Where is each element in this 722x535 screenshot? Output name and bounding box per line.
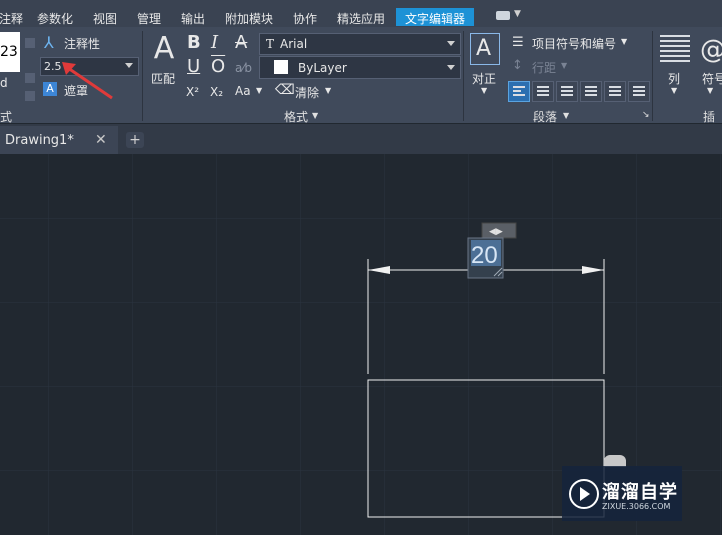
menu-item-view[interactable]: 视图 [93, 10, 117, 27]
chevron-down-icon [447, 65, 455, 70]
annotative-icon: ⅄ [44, 33, 54, 52]
chevron-down-icon[interactable]: ▼ [514, 9, 521, 19]
mask-icon: A [43, 82, 57, 96]
drawing-tab-label: Drawing1* [5, 133, 74, 148]
bullets-icon: ☰ [512, 35, 524, 50]
justify-label: 对正 [472, 72, 497, 86]
superscript-icon[interactable]: X² [186, 84, 199, 100]
distribute-button[interactable] [604, 81, 626, 102]
chevron-down-icon[interactable]: ▼ [256, 86, 262, 95]
subscript-icon[interactable]: X₂ [210, 84, 223, 100]
justify-glyph: A [476, 36, 492, 61]
menu-item-featured-apps[interactable]: 精选应用 [337, 10, 385, 27]
dimension-text[interactable]: 20 [471, 242, 498, 269]
watermark-url: ZIXUE.3066.COM [602, 502, 671, 511]
chevron-down-icon[interactable]: ▼ [561, 61, 567, 70]
align-right-button[interactable] [556, 81, 578, 102]
line-spacing-icon: ↕ [512, 58, 523, 73]
justify-icon[interactable]: A [470, 33, 500, 65]
italic-icon[interactable]: I [211, 34, 218, 52]
menu-item-text-editor[interactable]: 文字编辑器 [396, 8, 474, 26]
color-dropdown[interactable]: ByLayer [259, 56, 461, 79]
video-icon[interactable] [496, 11, 510, 20]
menubar: 注释 参数化 视图 管理 输出 附加模块 协作 精选应用 文字编辑器 ▼ [0, 0, 722, 27]
font-dropdown[interactable]: T Arial [259, 33, 461, 55]
clear-formatting-button[interactable]: 清除 [295, 84, 319, 101]
separator [142, 31, 143, 121]
scroll-down-button[interactable] [25, 73, 35, 83]
font-value: Arial [280, 37, 308, 51]
text-height-partial: 23 [0, 44, 18, 60]
menu-item-manage[interactable]: 管理 [137, 10, 161, 27]
panel-title-paragraph[interactable]: 段落 [533, 108, 557, 125]
watermark-title: 溜溜自学 [602, 482, 678, 503]
dialog-launcher-icon[interactable]: ↘ [642, 110, 650, 120]
font-icon: T [266, 37, 275, 51]
separator [652, 31, 653, 121]
panel-title-format[interactable]: 格式 [284, 108, 308, 125]
overline-icon[interactable]: O [211, 58, 225, 76]
chevron-down-icon[interactable]: ▼ [312, 111, 318, 120]
align-center-button[interactable] [532, 81, 554, 102]
chevron-down-icon [447, 41, 455, 46]
scroll-more-button[interactable] [25, 91, 35, 101]
stack-icon[interactable]: a⁄b [235, 60, 252, 76]
annotation-arrow [62, 62, 113, 100]
add-tab-button[interactable]: + [126, 132, 144, 148]
separator [463, 31, 464, 121]
bullets-button[interactable]: 项目符号和编号 [532, 35, 616, 52]
play-icon [569, 479, 599, 509]
align-left-button[interactable] [508, 81, 530, 102]
annotative-toggle[interactable]: 注释性 [64, 35, 100, 52]
scroll-up-button[interactable] [25, 38, 35, 48]
distribute-vertical-button[interactable] [628, 81, 650, 102]
chevron-down-icon[interactable]: ▼ [325, 86, 331, 95]
symbol-label: 符号 [702, 72, 722, 86]
menu-item-addins[interactable]: 附加模块 [225, 10, 273, 27]
text-height-box[interactable]: 23 [0, 32, 20, 72]
color-value: ByLayer [298, 61, 347, 75]
chevron-down-icon[interactable]: ▼ [671, 86, 677, 95]
line-spacing-button[interactable]: 行距 [532, 59, 556, 76]
ruler-arrows-icon: ◀▶ [489, 227, 503, 237]
match-properties-label: 匹配 [151, 72, 176, 86]
clear-formatting-icon: ⌫ [275, 82, 295, 98]
menu-item-collaborate[interactable]: 协作 [293, 10, 317, 27]
columns-icon[interactable] [660, 35, 690, 65]
chevron-down-icon[interactable]: ▼ [707, 86, 713, 95]
chevron-down-icon[interactable]: ▼ [621, 37, 627, 46]
menu-item-text-editor-label: 文字编辑器 [405, 12, 466, 26]
justify-button[interactable] [580, 81, 602, 102]
menu-item-annotate[interactable]: 注释 [0, 10, 23, 27]
underline-icon[interactable]: U [187, 58, 200, 76]
close-icon[interactable]: ✕ [95, 132, 107, 148]
chevron-down-icon [125, 63, 133, 68]
menu-item-output[interactable]: 输出 [181, 10, 205, 27]
strikethrough-icon[interactable]: A [235, 34, 247, 52]
panel-title-style: 式 [0, 110, 13, 124]
symbol-icon[interactable]: @ [700, 35, 722, 65]
watermark: 溜溜自学 ZIXUE.3066.COM [562, 466, 682, 521]
chevron-down-icon[interactable]: ▼ [481, 86, 487, 95]
menu-item-parametric[interactable]: 参数化 [37, 10, 73, 27]
color-swatch [274, 60, 288, 74]
change-case-button[interactable]: Aa [235, 84, 251, 98]
match-properties-icon[interactable]: A [148, 33, 180, 65]
style-partial-label: d [0, 76, 8, 90]
chevron-down-icon[interactable]: ▼ [563, 111, 569, 120]
bold-icon[interactable]: B [187, 34, 201, 52]
columns-label: 列 [668, 72, 681, 86]
